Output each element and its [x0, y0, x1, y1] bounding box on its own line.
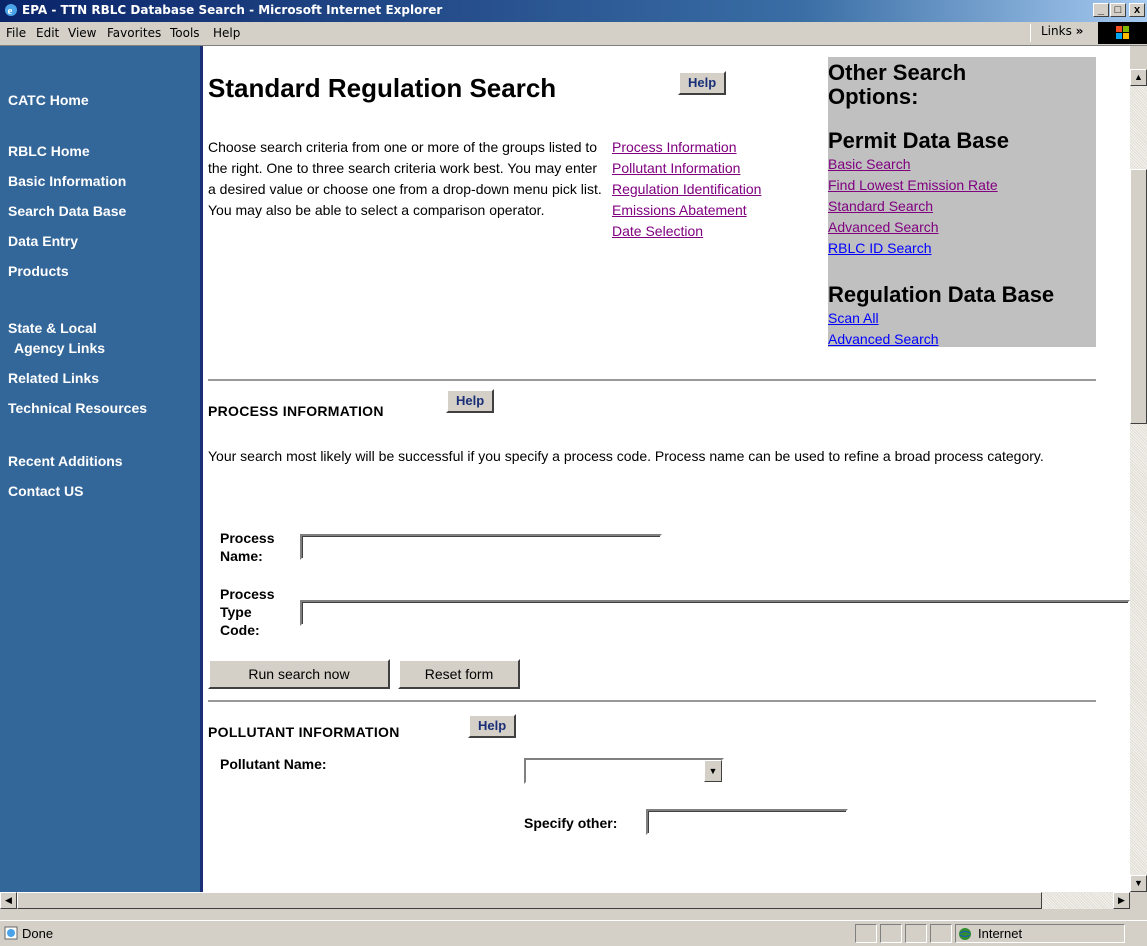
maximize-button[interactable]: □ — [1110, 3, 1126, 17]
sidebar-item-search-data-base[interactable]: Search Data Base — [8, 203, 126, 219]
permit-data-base-heading: Permit Data Base — [828, 128, 1009, 153]
status-text: Done — [22, 926, 54, 941]
process-name-label: Process Name: — [220, 530, 275, 564]
link-regulation-identification[interactable]: Regulation Identification — [612, 181, 761, 197]
page-done-icon — [4, 926, 18, 940]
menu-help[interactable]: Help — [213, 26, 240, 40]
security-zone-pane: Internet — [955, 924, 1125, 943]
sidebar-item-basic-information[interactable]: Basic Information — [8, 173, 126, 189]
other-search-heading-line2: Options: — [828, 84, 919, 109]
minimize-button[interactable]: _ — [1093, 3, 1109, 17]
status-bar: Done Internet — [0, 920, 1147, 946]
link-permit-basic-search[interactable]: Basic Search — [828, 156, 910, 172]
status-pane — [905, 924, 927, 943]
scroll-up-icon[interactable]: ▲ — [1130, 69, 1147, 86]
main-content: Standard Regulation Search Help Choose s… — [208, 57, 1130, 892]
dropdown-arrow-icon[interactable]: ▼ — [704, 760, 722, 782]
page-viewport: CATC Home RBLC Home Basic Information Se… — [0, 46, 1130, 892]
menu-file[interactable]: File — [6, 26, 26, 40]
pollutant-information-heading: POLLUTANT INFORMATION — [208, 724, 400, 740]
sidebar-item-state-local[interactable]: State & Local — [8, 320, 97, 336]
sidebar-item-rblc-home[interactable]: RBLC Home — [8, 143, 90, 159]
sidebar-nav: CATC Home RBLC Home Basic Information Se… — [0, 46, 203, 892]
reset-form-button[interactable]: Reset form — [398, 659, 520, 689]
sidebar-item-agency-links[interactable]: Agency Links — [14, 340, 105, 356]
scroll-left-icon[interactable]: ◀ — [0, 892, 17, 909]
window-title-bar: e EPA - TTN RBLC Database Search - Micro… — [0, 0, 1147, 22]
ie-logo-icon: e — [5, 4, 17, 17]
close-button[interactable]: x — [1129, 3, 1145, 17]
sidebar-item-products[interactable]: Products — [8, 263, 69, 279]
process-type-code-input[interactable] — [300, 600, 1130, 626]
windows-logo-icon — [1098, 22, 1147, 44]
process-description: Your search most likely will be successf… — [208, 448, 1044, 464]
horizontal-scrollbar[interactable]: ◀ ▶ — [0, 892, 1130, 909]
links-label: Links — [1041, 24, 1072, 38]
scroll-right-icon[interactable]: ▶ — [1113, 892, 1130, 909]
menu-edit[interactable]: Edit — [36, 26, 59, 40]
other-search-heading-line1: Other Search — [828, 60, 967, 85]
link-permit-advanced-search[interactable]: Advanced Search — [828, 219, 939, 235]
security-zone-label: Internet — [978, 926, 1023, 941]
intro-text: Choose search criteria from one or more … — [208, 139, 602, 218]
link-pollutant-information[interactable]: Pollutant Information — [612, 160, 740, 176]
regulation-data-base-heading: Regulation Data Base — [828, 282, 1055, 307]
help-button-pollutant[interactable]: Help — [468, 714, 517, 738]
status-pane — [930, 924, 952, 943]
link-emissions-abatement[interactable]: Emissions Abatement — [612, 202, 747, 218]
help-button-main[interactable]: Help — [678, 71, 727, 95]
link-process-information[interactable]: Process Information — [612, 139, 737, 155]
link-date-selection[interactable]: Date Selection — [612, 223, 703, 239]
sidebar-item-technical-resources[interactable]: Technical Resources — [8, 400, 147, 416]
pollutant-name-label: Pollutant Name: — [220, 756, 327, 772]
link-find-lowest-emission-rate[interactable]: Find Lowest Emission Rate — [828, 177, 998, 193]
sidebar-item-contact-us[interactable]: Contact US — [8, 483, 83, 499]
internet-globe-icon — [959, 928, 971, 940]
chevron-right-icon: » — [1075, 24, 1084, 38]
menu-tools[interactable]: Tools — [170, 26, 200, 40]
vertical-scroll-thumb[interactable] — [1130, 169, 1147, 424]
window-title: EPA - TTN RBLC Database Search - Microso… — [22, 3, 443, 17]
sidebar-item-recent-additions[interactable]: Recent Additions — [8, 453, 123, 469]
sidebar-item-catc-home[interactable]: CATC Home — [8, 92, 89, 108]
link-regulation-advanced-search[interactable]: Advanced Search — [828, 331, 939, 347]
links-toolbar[interactable]: Links » — [1030, 24, 1083, 42]
horizontal-scroll-thumb[interactable] — [17, 892, 1042, 909]
process-type-code-label: Process Type Code: — [220, 586, 275, 638]
process-information-heading: PROCESS INFORMATION — [208, 403, 384, 419]
scroll-down-icon[interactable]: ▼ — [1130, 875, 1147, 892]
menu-favorites[interactable]: Favorites — [107, 26, 161, 40]
help-button-process[interactable]: Help — [446, 389, 495, 413]
link-permit-standard-search[interactable]: Standard Search — [828, 198, 933, 214]
section-divider — [208, 700, 1096, 702]
run-search-button[interactable]: Run search now — [208, 659, 390, 689]
process-name-input[interactable] — [300, 534, 662, 560]
specify-other-input[interactable] — [646, 809, 848, 835]
menu-bar: File Edit View Favorites Tools Help Link… — [0, 22, 1147, 46]
vertical-scrollbar[interactable]: ▲ ▼ — [1130, 69, 1147, 892]
svg-text:e: e — [8, 5, 13, 17]
specify-other-label: Specify other: — [524, 815, 618, 831]
link-rblc-id-search[interactable]: RBLC ID Search — [828, 240, 931, 256]
scrollbar-corner — [1130, 892, 1147, 909]
status-pane — [880, 924, 902, 943]
status-pane — [855, 924, 877, 943]
link-scan-all[interactable]: Scan All — [828, 310, 879, 326]
page-title: Standard Regulation Search — [208, 73, 557, 103]
menu-view[interactable]: View — [68, 26, 96, 40]
sidebar-item-data-entry[interactable]: Data Entry — [8, 233, 78, 249]
sidebar-item-related-links[interactable]: Related Links — [8, 370, 99, 386]
section-divider — [208, 379, 1096, 381]
pollutant-name-select[interactable]: ▼ — [524, 758, 724, 784]
other-search-options-panel: Other Search Options: Permit Data Base B… — [828, 57, 1096, 347]
